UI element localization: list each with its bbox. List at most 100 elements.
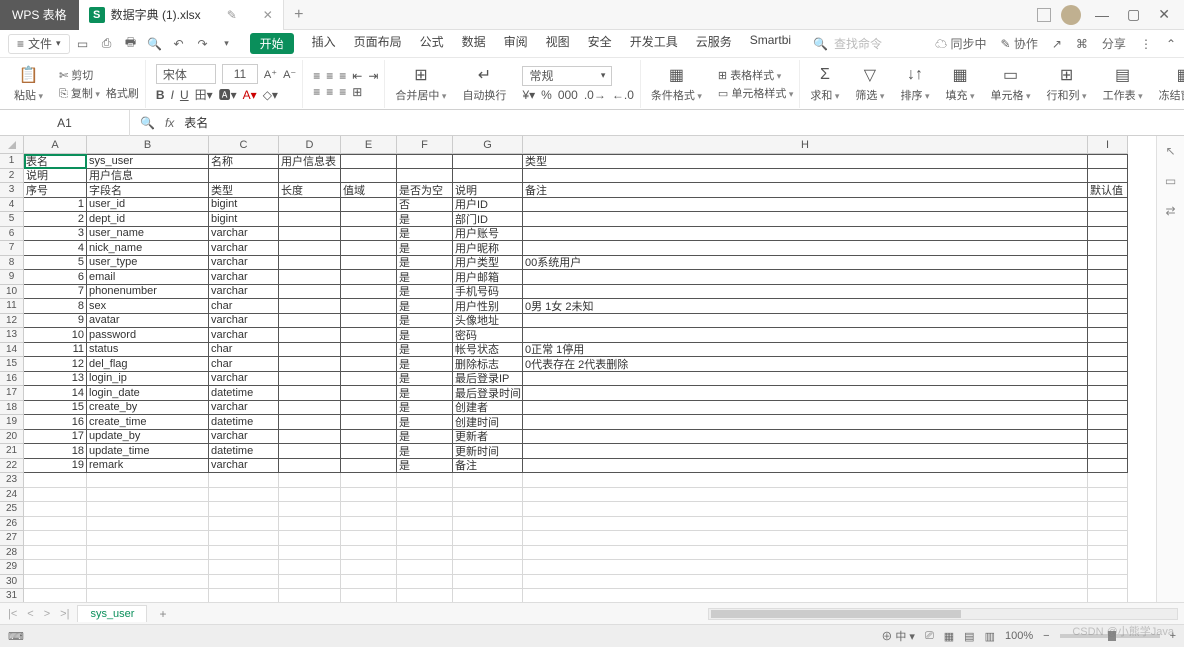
italic-button[interactable]: I — [171, 88, 174, 102]
cell[interactable]: update_time — [87, 444, 209, 459]
cell[interactable]: 是 — [397, 444, 453, 459]
cell[interactable] — [279, 560, 341, 575]
tab-视图[interactable]: 视图 — [546, 33, 570, 54]
row-header[interactable]: 23 — [0, 473, 24, 488]
cell[interactable] — [523, 575, 1088, 590]
row-header[interactable]: 14 — [0, 343, 24, 358]
dec-decimal-button[interactable]: ←.0 — [612, 88, 634, 102]
cell[interactable] — [523, 212, 1088, 227]
cell[interactable]: 17 — [24, 430, 87, 445]
indent-left-icon[interactable]: ⇤ — [352, 69, 362, 83]
row-header[interactable]: 28 — [0, 546, 24, 561]
cell[interactable]: 5 — [24, 256, 87, 271]
cell[interactable] — [24, 531, 87, 546]
cell[interactable] — [1088, 212, 1128, 227]
cell[interactable]: phonenumber — [87, 285, 209, 300]
cell[interactable] — [341, 154, 397, 169]
cell[interactable] — [1088, 488, 1128, 503]
cell[interactable] — [1088, 299, 1128, 314]
clear-format-button[interactable]: ◇▾ — [263, 88, 278, 102]
row-header[interactable]: 12 — [0, 314, 24, 329]
cell[interactable]: char — [209, 357, 279, 372]
row-header[interactable]: 16 — [0, 372, 24, 387]
cell[interactable] — [397, 154, 453, 169]
cell[interactable]: 最后登录时间 — [453, 386, 523, 401]
cell[interactable]: dept_id — [87, 212, 209, 227]
cell[interactable]: 0正常 1停用 — [523, 343, 1088, 358]
redo-icon[interactable]: ↷ — [194, 35, 212, 53]
cell[interactable]: create_time — [87, 415, 209, 430]
row-header[interactable]: 19 — [0, 415, 24, 430]
edit-icon[interactable]: ✎ — [227, 8, 237, 22]
tab-公式[interactable]: 公式 — [420, 33, 444, 54]
cell[interactable]: user_type — [87, 256, 209, 271]
cell[interactable]: 是 — [397, 357, 453, 372]
increase-font-icon[interactable]: A⁺ — [264, 68, 277, 81]
cell[interactable]: 表名 — [24, 154, 87, 169]
row-header[interactable]: 9 — [0, 270, 24, 285]
last-sheet-icon[interactable]: >| — [58, 608, 71, 620]
cell[interactable] — [341, 357, 397, 372]
cell[interactable]: 7 — [24, 285, 87, 300]
tab-开发工具[interactable]: 开发工具 — [630, 33, 678, 54]
cell[interactable]: del_flag — [87, 357, 209, 372]
cell[interactable] — [523, 444, 1088, 459]
name-box[interactable]: A1 — [0, 110, 130, 136]
merge-button[interactable]: ⊞合并居中 — [389, 64, 452, 103]
more-icon[interactable]: ⋮ — [1140, 37, 1152, 51]
cell[interactable] — [209, 502, 279, 517]
sort-button[interactable]: ↓↑排序 — [894, 64, 935, 103]
cell[interactable] — [279, 357, 341, 372]
cell[interactable] — [24, 517, 87, 532]
cell[interactable]: 名称 — [209, 154, 279, 169]
cell[interactable] — [1088, 285, 1128, 300]
cut-button[interactable]: ✄ 剪切 — [59, 67, 93, 83]
cell[interactable] — [209, 517, 279, 532]
cell[interactable]: 是 — [397, 314, 453, 329]
cell[interactable] — [453, 488, 523, 503]
col-header-A[interactable]: A — [24, 136, 87, 154]
cell[interactable]: 部门ID — [453, 212, 523, 227]
cell[interactable] — [397, 169, 453, 184]
cell[interactable]: 2 — [24, 212, 87, 227]
cell[interactable] — [341, 256, 397, 271]
cells-button[interactable]: ▭单元格 — [985, 64, 1037, 103]
cell[interactable] — [1088, 169, 1128, 184]
cell[interactable]: 14 — [24, 386, 87, 401]
cell[interactable] — [24, 502, 87, 517]
sum-button[interactable]: Σ求和 — [804, 64, 845, 103]
cell[interactable] — [1088, 560, 1128, 575]
spreadsheet[interactable]: ABCDEFGHI 123456789101112131415161718192… — [0, 136, 1184, 602]
cell[interactable] — [397, 488, 453, 503]
select-all-corner[interactable] — [0, 136, 24, 154]
cell[interactable] — [397, 575, 453, 590]
row-header[interactable]: 21 — [0, 444, 24, 459]
cell[interactable]: user_id — [87, 198, 209, 213]
align-left-icon[interactable]: ≡ — [313, 85, 320, 99]
row-header[interactable]: 1 — [0, 154, 24, 169]
currency-button[interactable]: ¥▾ — [522, 88, 535, 102]
cell[interactable] — [209, 575, 279, 590]
cell[interactable] — [1088, 154, 1128, 169]
cell[interactable] — [1088, 575, 1128, 590]
row-header[interactable]: 6 — [0, 227, 24, 242]
cell[interactable] — [341, 372, 397, 387]
cell[interactable] — [279, 589, 341, 602]
tab-插入[interactable]: 插入 — [312, 33, 336, 54]
cell[interactable]: 默认值 — [1088, 183, 1128, 198]
indent-right-icon[interactable]: ⇥ — [368, 69, 378, 83]
row-header[interactable]: 11 — [0, 299, 24, 314]
cell[interactable] — [397, 473, 453, 488]
cell[interactable] — [24, 488, 87, 503]
cell[interactable]: update_by — [87, 430, 209, 445]
cell[interactable] — [341, 473, 397, 488]
row-header[interactable]: 3 — [0, 183, 24, 198]
cell[interactable] — [279, 386, 341, 401]
formula-input[interactable]: 表名 — [184, 114, 208, 131]
cell[interactable]: 长度 — [279, 183, 341, 198]
cell[interactable] — [24, 473, 87, 488]
cell[interactable] — [1088, 357, 1128, 372]
document-tab[interactable]: S 数据字典 (1).xlsx ✎ ✕ — [79, 0, 284, 30]
row-header[interactable]: 2 — [0, 169, 24, 184]
lang-indicator[interactable]: ⊕ 中 ▾ — [881, 628, 915, 644]
